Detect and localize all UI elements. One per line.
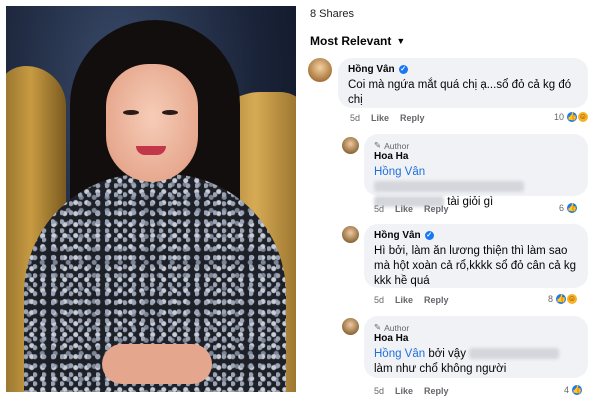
redacted-text (374, 181, 524, 193)
comment-time[interactable]: 5d (350, 113, 360, 123)
comment-time[interactable]: 5d (374, 386, 384, 396)
avatar[interactable] (342, 318, 359, 335)
comment-text: Hì bởi, làm ăn lương thiện thì làm sao m… (374, 245, 576, 287)
reaction-summary[interactable]: 8 👍 ☺ (548, 293, 579, 305)
pencil-icon: ✎ (374, 322, 382, 332)
like-reaction-icon: 👍 (571, 384, 584, 396)
like-button[interactable]: Like (371, 113, 389, 123)
comment-text-mid: bởi vậy (428, 348, 466, 360)
comment-author[interactable]: Hồng Vân ✓ (348, 64, 578, 75)
reaction-count: 4 (564, 385, 570, 395)
reaction-count: 6 (559, 203, 565, 213)
author-name[interactable]: Hoa Ha (374, 333, 408, 344)
reaction-count: 10 (554, 112, 565, 122)
sort-label: Most Relevant (310, 34, 392, 48)
mention-link[interactable]: Hồng Vân (374, 166, 425, 178)
comments-panel: 8 Shares Most Relevant ▼ Hồng Vân ✓ Coi … (302, 0, 600, 400)
author-name[interactable]: Hồng Vân (348, 64, 395, 75)
author-tag: ✎ Author (374, 322, 578, 333)
reaction-summary[interactable]: 6 👍 (559, 202, 579, 214)
comment-author[interactable]: Hồng Vân ✓ (374, 230, 578, 241)
hands (102, 344, 212, 384)
sort-dropdown[interactable]: Most Relevant ▼ (310, 34, 405, 48)
portrait-photo (6, 6, 296, 392)
author-name[interactable]: Hoa Ha (374, 151, 408, 162)
author-name[interactable]: Hồng Vân (374, 230, 421, 241)
reaction-count: 8 (548, 294, 554, 304)
haha-reaction-icon: ☺ (577, 111, 590, 123)
comment-actions: 5d Like Reply (350, 113, 425, 123)
comment-actions: 5d Like Reply (374, 204, 449, 214)
author-tag: ✎ Author (374, 140, 578, 151)
comment-text-tail: làm như chổ không người (374, 363, 507, 375)
comment-text-tail: tài giỏi gì (447, 196, 494, 208)
right-eye (162, 110, 178, 115)
haha-reaction-icon: ☺ (566, 293, 579, 305)
comment-actions: 5d Like Reply (374, 386, 449, 396)
reply-bubble: ✎ Author Hoa Ha Hồng Vân bởi vậy làm như… (364, 316, 588, 378)
reaction-summary[interactable]: 10 👍 ☺ (554, 111, 590, 123)
avatar[interactable] (342, 137, 359, 154)
lips (136, 146, 166, 155)
pencil-icon: ✎ (374, 140, 382, 150)
reply-button[interactable]: Reply (424, 386, 449, 396)
reply-button[interactable]: Reply (424, 295, 449, 305)
comment-text: Hồng Vân bởi vậy làm như chổ không người (374, 347, 578, 377)
like-button[interactable]: Like (395, 295, 413, 305)
redacted-text (469, 348, 560, 360)
comment-actions: 5d Like Reply (374, 295, 449, 305)
comment-author[interactable]: Hoa Ha (374, 333, 578, 344)
reply-bubble: ✎ Author Hoa Ha Hồng Vân tài giỏi gì (364, 134, 588, 208)
reaction-summary[interactable]: 4 👍 (564, 384, 584, 396)
comment-text: Coi mà ngứa mắt quá chị ạ...sổ đỏ cả kg … (348, 79, 572, 106)
chevron-down-icon: ▼ (396, 36, 406, 46)
comment-author[interactable]: Hoa Ha (374, 151, 578, 162)
reply-bubble: Hồng Vân ✓ Hì bởi, làm ăn lương thiện th… (364, 224, 588, 288)
comment-time[interactable]: 5d (374, 295, 384, 305)
shares-count[interactable]: 8 Shares (310, 8, 354, 20)
avatar[interactable] (342, 226, 359, 243)
avatar[interactable] (308, 58, 332, 82)
comment-bubble: Hồng Vân ✓ Coi mà ngứa mắt quá chị ạ...s… (338, 58, 588, 108)
comment-time[interactable]: 5d (374, 204, 384, 214)
verified-badge-icon: ✓ (424, 231, 434, 240)
reply-button[interactable]: Reply (424, 204, 449, 214)
verified-badge-icon: ✓ (398, 65, 408, 74)
face (106, 64, 198, 182)
like-reaction-icon: 👍 (566, 202, 579, 214)
author-badge: Author (384, 322, 410, 333)
like-button[interactable]: Like (395, 204, 413, 214)
reply-button[interactable]: Reply (400, 113, 425, 123)
like-button[interactable]: Like (395, 386, 413, 396)
mention-link[interactable]: Hồng Vân (374, 348, 425, 360)
left-eye (123, 110, 139, 115)
author-badge: Author (384, 140, 410, 151)
